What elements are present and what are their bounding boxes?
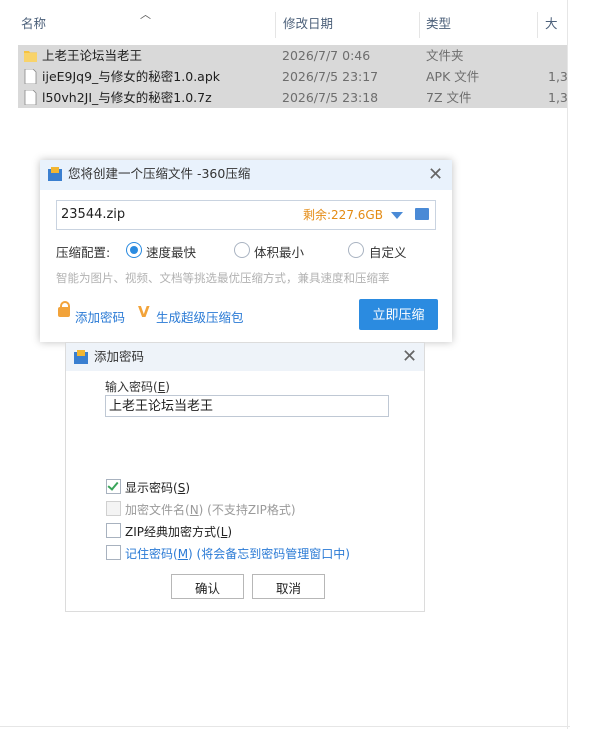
sort-ascending-icon: ︿ (140, 8, 151, 21)
compression-hint: 智能为图片、视频、文档等挑选最优压缩方式，兼具速度和压缩率 (56, 271, 390, 285)
radio-custom[interactable] (348, 242, 364, 258)
browse-folder-icon[interactable] (415, 208, 429, 220)
file-date: 2026/7/5 23:17 (282, 69, 379, 84)
apk-file-icon (24, 69, 37, 84)
file-type: 文件夹 (426, 48, 464, 63)
add-password-dialog: 添加密码 ✕ 输入密码(E) 上老王论坛当老王 显示密码(S) 加密文件名(N)… (65, 342, 425, 612)
zip-classic-encryption-label[interactable]: ZIP经典加密方式(L) (125, 523, 232, 540)
column-name[interactable]: 名称 (21, 8, 46, 40)
radio-fastest[interactable] (126, 242, 142, 258)
zip-classic-encryption-checkbox[interactable] (106, 523, 121, 538)
column-date[interactable]: 修改日期 (283, 8, 333, 40)
vip-icon: V (138, 303, 150, 321)
encrypt-filenames-label[interactable]: 加密文件名(N) (不支持ZIP格式) (125, 501, 296, 518)
dialog-title: 您将创建一个压缩文件 -360压缩 (68, 166, 251, 181)
password-input[interactable]: 上老王论坛当老王 (105, 395, 389, 417)
archive-filename: 23544.zip (61, 207, 126, 222)
remember-password-checkbox[interactable] (106, 545, 121, 560)
add-password-link[interactable]: 添加密码 (75, 307, 125, 326)
360-compress-logo-icon (74, 350, 88, 364)
column-size[interactable]: 大小 (545, 8, 567, 63)
column-divider[interactable] (419, 12, 420, 38)
close-icon[interactable]: ✕ (402, 348, 417, 366)
archive-path-input[interactable]: 23544.zip 剩余:227.6GB (56, 200, 436, 230)
file-name: l50vh2JI_与修女的秘密1.0.7z (42, 90, 212, 105)
7z-file-icon (24, 90, 37, 105)
cancel-button[interactable]: 取消 (252, 574, 325, 599)
dialog-titlebar[interactable]: 您将创建一个压缩文件 -360压缩 ✕ (40, 160, 452, 190)
column-type[interactable]: 类型 (426, 8, 451, 40)
radio-smallest-label[interactable]: 体积最小 (254, 242, 304, 261)
column-divider[interactable] (537, 12, 538, 38)
close-icon[interactable]: ✕ (428, 166, 443, 184)
disk-remaining: 剩余:227.6GB (303, 208, 383, 222)
dialog-title: 添加密码 (94, 349, 145, 364)
file-row[interactable]: l50vh2JI_与修女的秘密1.0.7z 2026/7/5 23:18 7Z … (18, 87, 576, 108)
file-date: 2026/7/7 0:46 (282, 48, 371, 63)
config-label: 压缩配置: (56, 245, 111, 260)
folder-icon (24, 51, 37, 62)
password-label: 输入密码(E) (105, 380, 170, 394)
compress-dialog: 您将创建一个压缩文件 -360压缩 ✕ 23544.zip 剩余:227.6GB… (40, 160, 452, 342)
file-date: 2026/7/5 23:18 (282, 90, 379, 105)
file-name: 上老王论坛当老王 (42, 48, 143, 63)
file-name: ijeE9Jq9_与修女的秘密1.0.apk (42, 69, 220, 84)
confirm-button[interactable]: 确认 (171, 574, 244, 599)
file-row[interactable]: ijeE9Jq9_与修女的秘密1.0.apk 2026/7/5 23:17 AP… (18, 66, 576, 87)
file-row[interactable]: 上老王论坛当老王 2026/7/7 0:46 文件夹 (18, 45, 567, 66)
chevron-down-icon[interactable] (391, 212, 403, 219)
compress-now-button[interactable]: 立即压缩 (359, 299, 438, 330)
vertical-scrollbar[interactable] (567, 0, 597, 729)
divider (0, 726, 570, 727)
remember-password-label[interactable]: 记住密码(M) (将会备忘到密码管理窗口中) (125, 545, 350, 562)
360-compress-logo-icon (48, 167, 62, 181)
radio-smallest[interactable] (234, 242, 250, 258)
column-divider[interactable] (275, 12, 276, 38)
file-type: 7Z 文件 (426, 90, 472, 105)
radio-custom-label[interactable]: 自定义 (369, 242, 407, 261)
file-list-header: 名称 ︿ 修改日期 类型 大小 (0, 8, 567, 63)
super-package-link[interactable]: 生成超级压缩包 (156, 307, 244, 326)
show-password-label[interactable]: 显示密码(S) (125, 479, 190, 496)
radio-fastest-label[interactable]: 速度最快 (146, 242, 196, 261)
dialog-titlebar[interactable]: 添加密码 ✕ (66, 343, 424, 371)
encrypt-filenames-checkbox[interactable] (106, 501, 121, 516)
file-type: APK 文件 (426, 69, 480, 84)
lock-icon (58, 301, 70, 317)
show-password-checkbox[interactable] (106, 479, 121, 494)
